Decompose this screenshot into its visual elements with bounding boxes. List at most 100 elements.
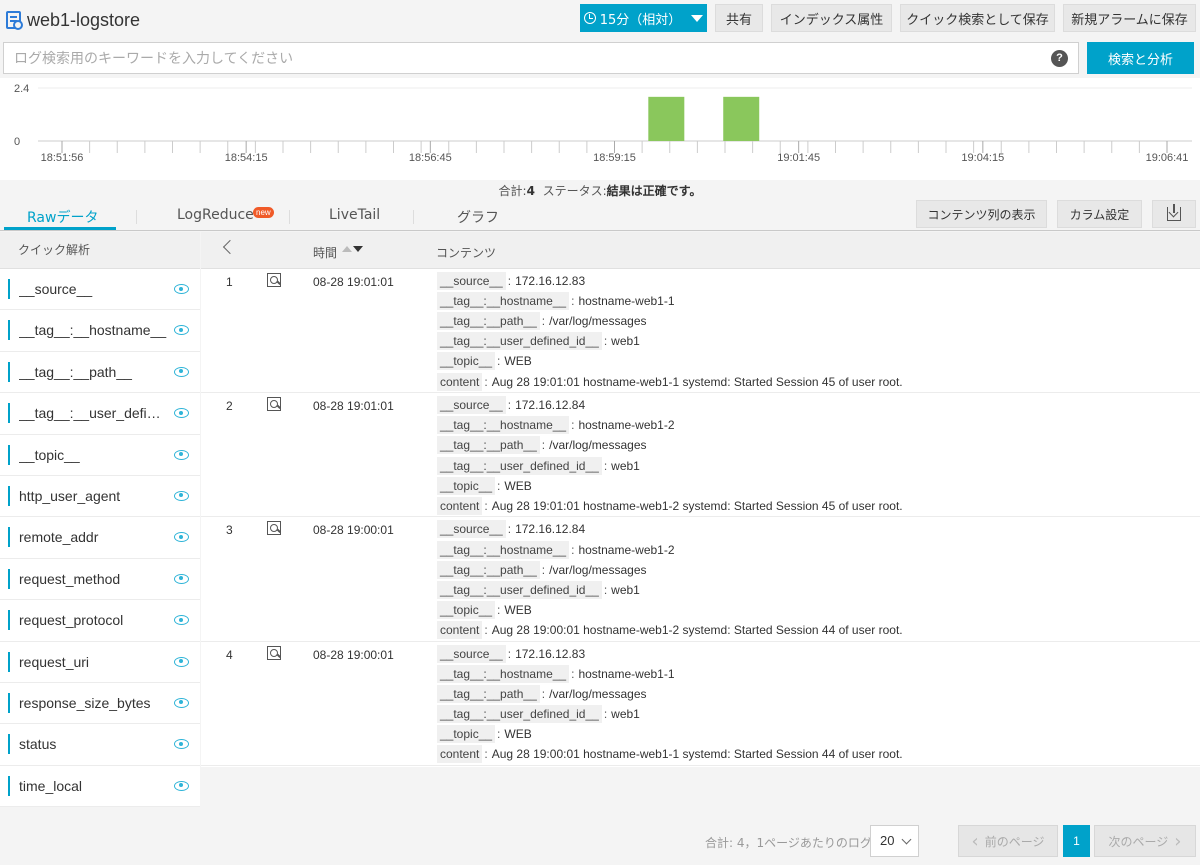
field-item[interactable]: __tag__:__path__ (0, 351, 200, 394)
log-field-value[interactable]: hostname-web1-1 (578, 667, 674, 681)
log-field-key[interactable]: __tag__:__user_defined_id__ (437, 580, 602, 599)
log-field-key[interactable]: __source__ (437, 644, 506, 663)
save-alarm-button[interactable]: 新規アラームに保存 (1063, 4, 1196, 32)
log-field-key[interactable]: __tag__:__path__ (437, 684, 540, 703)
log-field-key[interactable]: content (437, 745, 483, 764)
collapse-sidebar-icon[interactable] (222, 239, 238, 255)
field-item[interactable]: response_size_bytes (0, 682, 200, 725)
time-range-button[interactable]: 15分（相対） (580, 4, 707, 32)
log-field-value[interactable]: WEB (504, 603, 531, 617)
log-field-key[interactable]: __tag__:__hostname__ (437, 664, 570, 683)
context-browse-icon[interactable] (267, 645, 281, 660)
log-field-value[interactable]: hostname-web1-1 (578, 294, 674, 308)
context-browse-icon[interactable] (267, 521, 281, 536)
eye-icon[interactable] (174, 408, 189, 419)
log-field-value[interactable]: 172.16.12.83 (515, 647, 585, 661)
log-field-key[interactable]: __tag__:__hostname__ (437, 540, 570, 559)
log-field-value[interactable]: /var/log/messages (549, 314, 646, 328)
log-field-key[interactable]: __topic__ (437, 476, 496, 495)
log-field-key[interactable]: __topic__ (437, 352, 496, 371)
eye-icon[interactable] (174, 656, 189, 667)
field-item[interactable]: __topic__ (0, 434, 200, 476)
eye-icon[interactable] (174, 449, 189, 460)
log-field-value[interactable]: web1 (611, 707, 640, 721)
log-field-value[interactable]: 172.16.12.84 (515, 398, 585, 412)
search-input[interactable] (14, 49, 1034, 69)
tab-graph[interactable]: グラフ (457, 207, 499, 227)
log-field-value[interactable]: hostname-web1-2 (578, 543, 674, 557)
log-field-value[interactable]: /var/log/messages (549, 563, 646, 577)
tab-livetail[interactable]: LiveTail (329, 207, 380, 223)
sort-asc-icon[interactable] (342, 246, 352, 252)
log-field-value[interactable]: web1 (611, 334, 640, 348)
share-button[interactable]: 共有 (715, 4, 763, 32)
current-page-button[interactable]: 1 (1063, 825, 1090, 857)
field-item[interactable]: __source__ (0, 269, 200, 311)
log-field-key[interactable]: __topic__ (437, 724, 496, 743)
log-field-value[interactable]: 172.16.12.84 (515, 522, 585, 536)
log-field-key[interactable]: __tag__:__path__ (437, 560, 540, 579)
eye-icon[interactable] (174, 780, 189, 791)
show-content-columns-button[interactable]: コンテンツ列の表示 (916, 200, 1047, 228)
eye-icon[interactable] (174, 573, 189, 584)
prev-page-button[interactable]: ‹ 前のページ (958, 825, 1058, 857)
log-field-value[interactable]: Aug 28 19:00:01 hostname-web1-2 systemd:… (492, 623, 903, 637)
log-field-key[interactable]: __source__ (437, 520, 506, 539)
field-item[interactable]: __tag__:__hostname__ (0, 310, 200, 352)
eye-icon[interactable] (174, 366, 189, 377)
eye-icon[interactable] (174, 532, 189, 543)
log-field-key[interactable]: __tag__:__hostname__ (437, 416, 570, 435)
eye-icon[interactable] (174, 490, 189, 501)
page-size-select[interactable]: 20 (870, 825, 919, 857)
log-field-key[interactable]: __source__ (437, 272, 506, 291)
log-field-key[interactable]: __tag__:__path__ (437, 436, 540, 455)
log-field-key[interactable]: __tag__:__user_defined_id__ (437, 704, 602, 723)
log-field-value[interactable]: WEB (504, 479, 531, 493)
log-field-key[interactable]: content (437, 496, 483, 515)
save-quick-search-button[interactable]: クイック検索として保存 (900, 4, 1055, 32)
field-item[interactable]: request_method (0, 558, 200, 601)
help-icon[interactable]: ? (1051, 50, 1068, 67)
log-field-key[interactable]: content (437, 372, 483, 391)
eye-icon[interactable] (174, 739, 189, 750)
log-field-value[interactable]: Aug 28 19:00:01 hostname-web1-1 systemd:… (492, 747, 903, 761)
column-settings-button[interactable]: カラム設定 (1057, 200, 1142, 228)
log-field-value[interactable]: WEB (504, 354, 531, 368)
eye-icon[interactable] (174, 615, 189, 626)
log-field-value[interactable]: 172.16.12.83 (515, 274, 585, 288)
log-field-key[interactable]: __tag__:__user_defined_id__ (437, 332, 602, 351)
field-item[interactable]: request_uri (0, 641, 200, 683)
context-browse-icon[interactable] (267, 397, 281, 412)
log-field-value[interactable]: /var/log/messages (549, 438, 646, 452)
log-field-key[interactable]: __tag__:__hostname__ (437, 292, 570, 311)
next-page-button[interactable]: 次のページ › (1094, 825, 1196, 857)
index-attributes-button[interactable]: インデックス属性 (771, 4, 892, 32)
log-field-value[interactable]: hostname-web1-2 (578, 418, 674, 432)
search-analyze-button[interactable]: 検索と分析 (1087, 42, 1194, 74)
log-field-value[interactable]: WEB (504, 727, 531, 741)
field-item[interactable]: request_protocol (0, 600, 200, 642)
log-field-value[interactable]: Aug 28 19:01:01 hostname-web1-1 systemd:… (492, 375, 903, 389)
log-field-key[interactable]: __tag__:__path__ (437, 312, 540, 331)
log-field-key[interactable]: __topic__ (437, 600, 496, 619)
sort-desc-icon[interactable] (353, 246, 363, 252)
log-field-key[interactable]: __source__ (437, 396, 506, 415)
field-item[interactable]: remote_addr (0, 517, 200, 559)
eye-icon[interactable] (174, 325, 189, 336)
field-item[interactable]: http_user_agent (0, 475, 200, 518)
log-field-value[interactable]: Aug 28 19:01:01 hostname-web1-2 systemd:… (492, 499, 903, 513)
field-item[interactable]: status (0, 724, 200, 766)
log-field-value[interactable]: web1 (611, 459, 640, 473)
tab-raw-data[interactable]: Rawデータ (27, 207, 98, 227)
eye-icon[interactable] (174, 697, 189, 708)
log-field-value[interactable]: /var/log/messages (549, 687, 646, 701)
field-item[interactable]: time_local (0, 765, 200, 808)
log-field-key[interactable]: content (437, 620, 483, 639)
tab-logreduce[interactable]: LogReduce (177, 207, 254, 223)
download-button[interactable] (1152, 200, 1196, 228)
log-field-key[interactable]: __tag__:__user_defined_id__ (437, 456, 602, 475)
field-item[interactable]: __tag__:__user_defined_id__ (0, 393, 200, 435)
context-browse-icon[interactable] (267, 273, 281, 287)
eye-icon[interactable] (174, 284, 189, 294)
log-field-value[interactable]: web1 (611, 583, 640, 597)
